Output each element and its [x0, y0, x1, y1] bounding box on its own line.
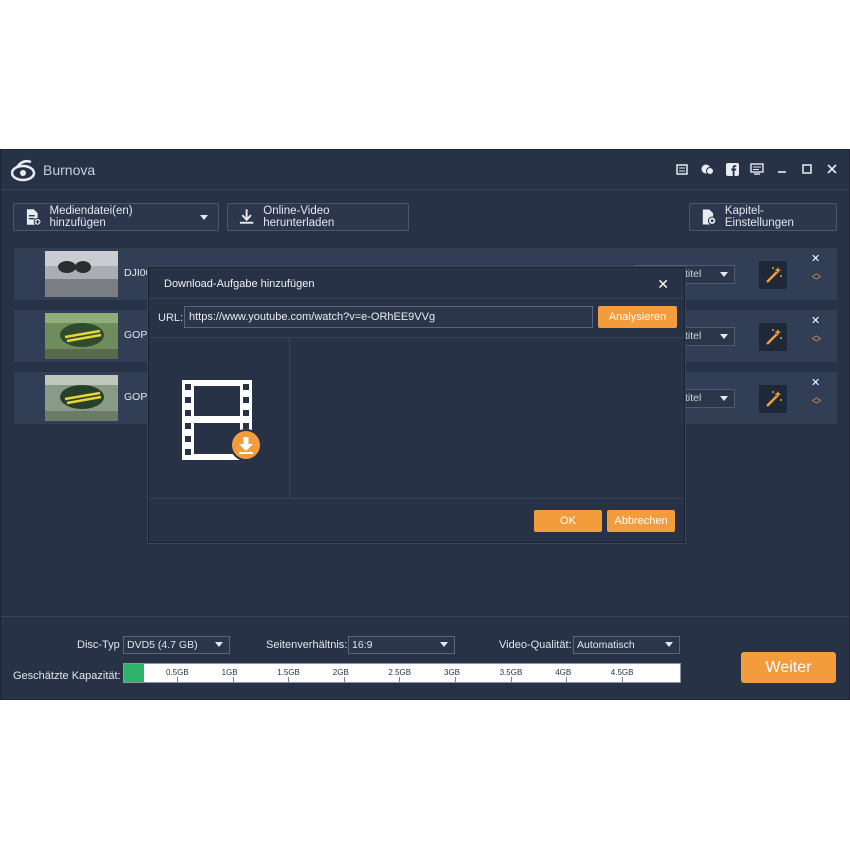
next-button[interactable]: Weiter	[741, 652, 836, 683]
support-icon[interactable]	[700, 162, 714, 176]
video-download-icon	[182, 380, 262, 461]
subtitle-value: titel	[685, 392, 702, 404]
video-thumbnail	[45, 313, 118, 359]
add-file-icon	[26, 209, 42, 226]
register-icon[interactable]	[675, 162, 689, 176]
capacity-bar: 0.5GB 1GB 1.5GB 2GB 2.5GB 3GB 3.5GB 4GB 4.5GB	[123, 663, 681, 683]
feedback-icon[interactable]	[750, 162, 764, 176]
capacity-tick-label: 4.5GB	[610, 668, 634, 677]
capacity-tick	[232, 677, 234, 682]
download-online-label: Online-Video herunterladen	[263, 205, 335, 229]
add-media-label: Mediendatei(en) hinzufügen	[49, 205, 133, 229]
chevron-down-icon	[720, 396, 728, 401]
disc-type-value: DVD5 (4.7 GB)	[127, 639, 198, 651]
analyze-label: Analysieren	[608, 311, 667, 323]
cancel-button[interactable]: Abbrechen	[607, 510, 675, 532]
chevron-down-icon	[200, 214, 208, 220]
chevron-down-icon	[215, 642, 223, 647]
aspect-ratio-select[interactable]: 16:9	[348, 636, 455, 654]
download-dialog: Download-Aufgabe hinzufügen ✕ URL: Analy…	[148, 267, 685, 543]
minimize-icon[interactable]	[775, 162, 789, 176]
chapter-settings-button[interactable]: Kapitel-Einstellungen	[689, 203, 837, 231]
video-thumbnail	[45, 251, 118, 297]
video-quality-select[interactable]: Automatisch	[573, 636, 680, 654]
capacity-tick	[510, 677, 512, 682]
chevron-down-icon	[720, 272, 728, 277]
magic-wand-icon	[766, 329, 782, 345]
maximize-icon[interactable]	[800, 162, 814, 176]
capacity-tick-label: 1GB	[221, 668, 238, 677]
remove-icon[interactable]: ✕	[811, 314, 820, 327]
video-quality-value: Automatisch	[577, 639, 635, 651]
capacity-tick	[566, 677, 568, 682]
capacity-fill	[124, 664, 144, 682]
close-icon[interactable]	[825, 162, 839, 176]
close-icon[interactable]: ✕	[657, 276, 669, 293]
download-online-button[interactable]: Online-Video herunterladen	[227, 203, 409, 231]
capacity-tick	[177, 677, 178, 682]
url-input[interactable]	[184, 306, 593, 328]
edit-magic-button[interactable]	[759, 385, 787, 413]
burnova-logo-icon	[11, 159, 36, 182]
facebook-icon[interactable]	[725, 162, 739, 176]
remove-icon[interactable]: ✕	[811, 376, 820, 389]
ok-button[interactable]: OK	[534, 510, 602, 532]
chevron-down-icon	[440, 642, 448, 647]
add-media-button[interactable]: Mediendatei(en) hinzufügen	[13, 203, 219, 231]
bottom-panel	[1, 616, 849, 701]
capacity-label: Geschätzte Kapazität:	[13, 670, 121, 682]
window-controls	[675, 162, 839, 176]
video-quality-label: Video-Qualität:	[499, 639, 572, 651]
capacity-tick-label: 1.5GB	[277, 668, 300, 677]
subtitle-value: titel	[685, 268, 702, 280]
capacity-tick-label: 2.5GB	[388, 668, 412, 677]
capacity-tick	[455, 677, 456, 682]
app-title: Burnova	[43, 162, 96, 178]
disc-type-label: Disc-Typ	[77, 639, 120, 651]
capacity-tick	[288, 677, 290, 682]
url-label: URL:	[158, 312, 184, 324]
remove-icon[interactable]: ✕	[811, 252, 820, 265]
subtitle-value: titel	[685, 330, 702, 342]
chapter-settings-label: Kapitel-Einstellungen	[724, 205, 794, 229]
capacity-tick	[621, 677, 623, 682]
chevron-down-icon	[665, 642, 673, 647]
capacity-tick	[343, 677, 345, 682]
edit-magic-button[interactable]	[759, 323, 787, 351]
ok-label: OK	[560, 515, 576, 527]
move-down-icon[interactable]: ﹀	[812, 336, 821, 349]
chevron-down-icon	[720, 334, 728, 339]
capacity-tick-label: 3GB	[444, 668, 461, 677]
video-thumbnail	[45, 375, 118, 421]
title-bar: Burnova	[1, 150, 849, 190]
capacity-tick	[399, 677, 401, 682]
divider	[149, 298, 684, 299]
aspect-ratio-value: 16:9	[352, 639, 373, 651]
disc-type-select[interactable]: DVD5 (4.7 GB)	[123, 636, 230, 654]
analyze-button[interactable]: Analysieren	[598, 306, 677, 328]
edit-magic-button[interactable]	[759, 261, 787, 289]
dialog-title: Download-Aufgabe hinzufügen	[164, 278, 315, 290]
download-icon	[239, 209, 254, 224]
move-down-icon[interactable]: ﹀	[812, 274, 821, 287]
aspect-ratio-label: Seitenverhältnis:	[266, 639, 348, 651]
capacity-tick-label: 0.5GB	[166, 668, 189, 677]
divider	[149, 498, 684, 499]
cancel-label: Abbrechen	[614, 515, 668, 527]
next-label: Weiter	[765, 658, 812, 676]
capacity-tick-label: 2GB	[332, 668, 349, 677]
move-down-icon[interactable]: ﹀	[812, 398, 821, 411]
capacity-tick-label: 3.5GB	[499, 668, 523, 677]
magic-wand-icon	[766, 391, 782, 407]
capacity-tick-label: 4GB	[555, 668, 572, 677]
magic-wand-icon	[766, 267, 782, 283]
chapter-settings-icon	[702, 209, 717, 226]
